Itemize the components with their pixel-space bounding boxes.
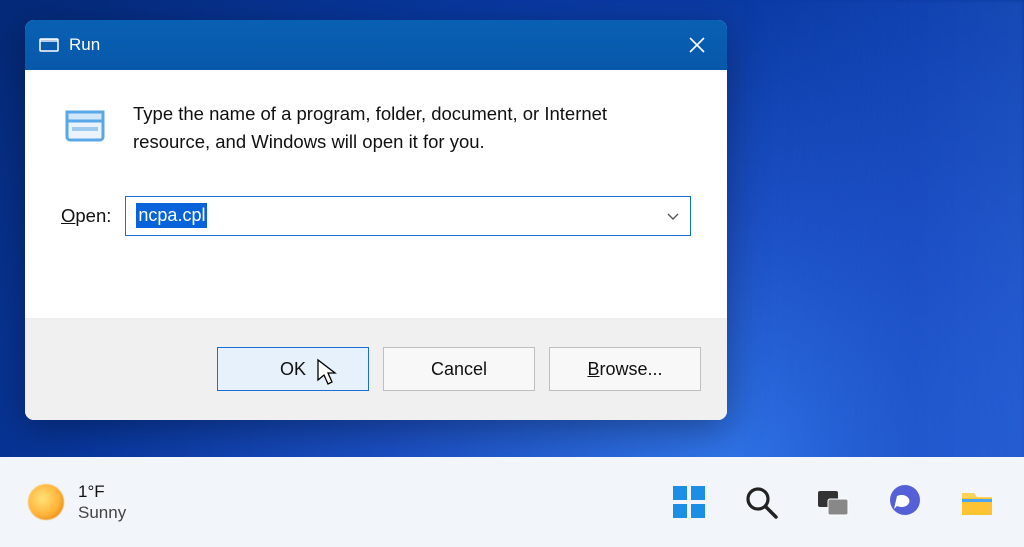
- dialog-body: Type the name of a program, folder, docu…: [25, 70, 727, 318]
- button-row: OK Cancel Browse...: [25, 318, 727, 420]
- close-button[interactable]: [667, 20, 727, 70]
- chevron-down-icon[interactable]: [666, 209, 680, 223]
- chat-icon[interactable]: [886, 483, 924, 521]
- sun-icon: [28, 484, 64, 520]
- taskbar[interactable]: 1°F Sunny: [0, 457, 1024, 547]
- cancel-button[interactable]: Cancel: [383, 347, 535, 391]
- start-button[interactable]: [670, 483, 708, 521]
- instruction-text: Type the name of a program, folder, docu…: [133, 100, 673, 156]
- run-icon: [39, 35, 59, 55]
- dialog-title: Run: [69, 35, 100, 55]
- open-combobox[interactable]: ncpa.cpl: [125, 196, 691, 236]
- search-icon[interactable]: [742, 483, 780, 521]
- browse-button[interactable]: Browse...: [549, 347, 701, 391]
- ok-button[interactable]: OK: [217, 347, 369, 391]
- run-dialog: Run Type the name of a program, folder, …: [25, 20, 727, 420]
- titlebar[interactable]: Run: [25, 20, 727, 70]
- open-value: ncpa.cpl: [136, 203, 207, 228]
- run-document-icon: [61, 102, 109, 150]
- weather-condition: Sunny: [78, 502, 126, 523]
- file-explorer-icon[interactable]: [958, 483, 996, 521]
- weather-text: 1°F Sunny: [78, 481, 126, 524]
- task-view-icon[interactable]: [814, 483, 852, 521]
- open-label: Open:: [61, 205, 111, 227]
- temperature: 1°F: [78, 481, 126, 502]
- weather-widget[interactable]: 1°F Sunny: [28, 481, 126, 524]
